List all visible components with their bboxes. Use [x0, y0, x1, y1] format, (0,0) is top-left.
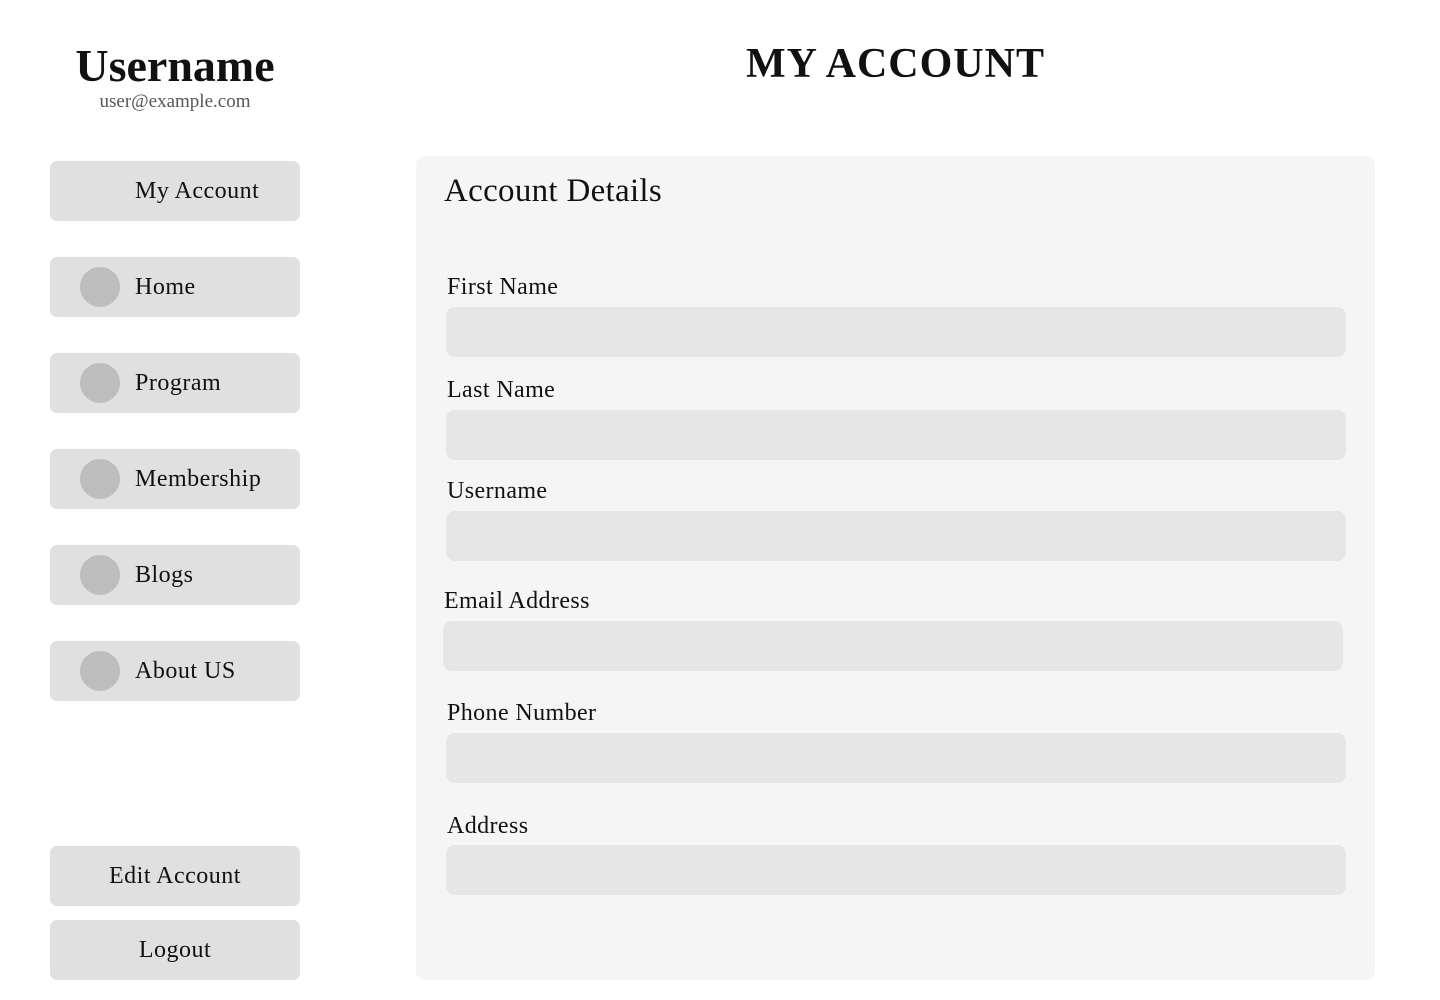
phone-number-field[interactable]: [446, 733, 1346, 783]
username-label: Username: [447, 478, 548, 504]
first-name-field[interactable]: [446, 307, 1346, 357]
email-address-field[interactable]: [443, 621, 1343, 671]
sidebar-item-about-us[interactable]: About US: [50, 641, 300, 701]
profile-name: Username: [75, 40, 275, 91]
sidebar-item-label: Home: [135, 274, 196, 300]
address-field[interactable]: [446, 845, 1346, 895]
sidebar-item-label: Membership: [135, 466, 262, 492]
sidebar-item-label: About US: [135, 658, 236, 684]
logout-button[interactable]: Logout: [50, 920, 300, 980]
sidebar-item-my-account[interactable]: My Account: [50, 161, 300, 221]
account-details-panel: Account Details First Name Last Name Use…: [416, 156, 1375, 980]
sidebar-item-home[interactable]: Home: [50, 257, 300, 317]
last-name-field[interactable]: [446, 410, 1346, 460]
circle-icon: [80, 267, 120, 307]
profile-email: user@example.com: [99, 91, 251, 112]
circle-icon: [80, 363, 120, 403]
phone-number-label: Phone Number: [447, 700, 597, 726]
circle-icon: [80, 459, 120, 499]
address-label: Address: [447, 813, 529, 839]
email-address-label: Email Address: [444, 588, 590, 614]
sidebar-item-label: Program: [135, 370, 222, 396]
sidebar-item-blogs[interactable]: Blogs: [50, 545, 300, 605]
circle-icon: [80, 651, 120, 691]
username-field[interactable]: [446, 511, 1346, 561]
sidebar-item-program[interactable]: Program: [50, 353, 300, 413]
first-name-label: First Name: [447, 274, 559, 300]
circle-icon: [80, 555, 120, 595]
sidebar-item-label: My Account: [135, 178, 260, 204]
sidebar: Username user@example.com My Account Hom…: [0, 0, 350, 1000]
sidebar-item-membership[interactable]: Membership: [50, 449, 300, 509]
page-title: MY ACCOUNT: [746, 41, 1045, 87]
sidebar-item-label: Blogs: [135, 562, 194, 588]
edit-account-button[interactable]: Edit Account: [50, 846, 300, 906]
last-name-label: Last Name: [447, 377, 556, 403]
panel-title: Account Details: [444, 173, 663, 209]
